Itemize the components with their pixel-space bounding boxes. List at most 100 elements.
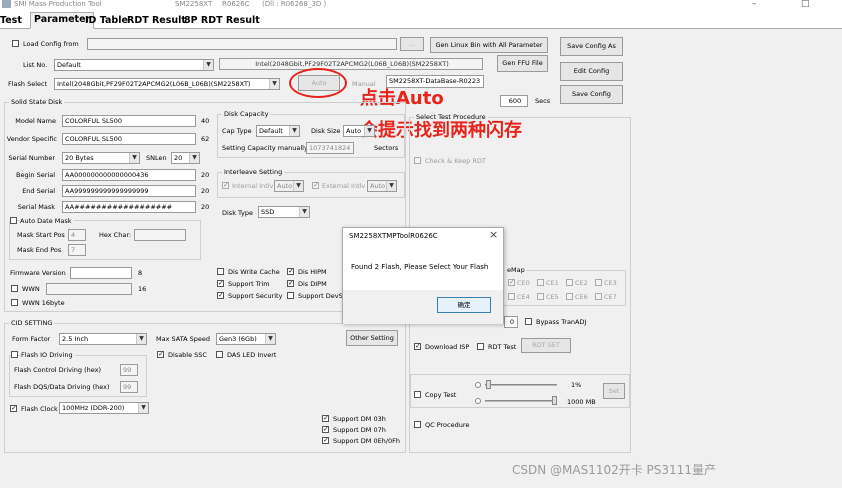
wwn-checkbox[interactable]: [11, 285, 18, 292]
dis-dipm-checkbox[interactable]: ✓: [287, 280, 294, 287]
dialog-title: SM2258XTMPToolR0626C: [349, 232, 438, 240]
bypass-input[interactable]: 0: [504, 316, 518, 328]
support-dm0e-checkbox[interactable]: ✓: [322, 437, 329, 444]
copy-size-radio[interactable]: [475, 398, 481, 404]
hex-char-input[interactable]: [134, 229, 186, 241]
bypass-checkbox[interactable]: [525, 318, 532, 325]
ce6-checkbox[interactable]: [566, 293, 573, 300]
ce0-checkbox[interactable]: ✓: [508, 279, 515, 286]
serial-number-select[interactable]: 20 Bytes ▼: [62, 152, 140, 164]
qc-procedure-checkbox[interactable]: [414, 421, 421, 428]
bypass-label: Bypass TranADJ: [536, 318, 587, 326]
disable-ssc-checkbox[interactable]: ✓: [157, 351, 164, 358]
timeout-input[interactable]: 600: [500, 95, 528, 107]
save-config-button[interactable]: Save Config: [560, 85, 623, 104]
form-factor-select[interactable]: 2.5 Inch ▼: [59, 333, 147, 345]
browse-button[interactable]: ...: [400, 37, 424, 51]
save-config-as-button[interactable]: Save Config As: [560, 37, 623, 56]
rdt-test-checkbox[interactable]: [477, 343, 484, 350]
dis-hipm-checkbox[interactable]: ✓: [287, 268, 294, 275]
ce3-checkbox[interactable]: [595, 279, 602, 286]
external-intlv-checkbox[interactable]: ✓: [312, 182, 319, 189]
flash-clock-select[interactable]: 100MHz (DDR-200) ▼: [59, 402, 149, 414]
maximize-button[interactable]: □: [801, 0, 810, 9]
copy-percent-radio[interactable]: [475, 382, 481, 388]
copy-test-checkbox[interactable]: [414, 391, 421, 398]
flash-clock-checkbox[interactable]: ✓: [10, 405, 17, 412]
title-bar: SMI Mass Production Tool SM2258XT R0626C…: [0, 0, 842, 10]
edit-config-button[interactable]: Edit Config: [560, 62, 623, 81]
begin-serial-input[interactable]: AA000000000000000436: [62, 169, 196, 181]
copy-size-slider[interactable]: [485, 400, 557, 402]
support-dm03-label: Support DM 03h: [333, 415, 386, 423]
manual-button[interactable]: Manual: [352, 80, 376, 88]
tab-rdt-result[interactable]: RDT Result: [124, 14, 189, 29]
external-intlv-select[interactable]: Auto ▼: [367, 180, 397, 192]
qc-procedure-label: QC Procedure: [425, 421, 470, 429]
fw-version-len: 8: [138, 269, 143, 277]
load-config-input[interactable]: [87, 38, 397, 50]
wwn-input[interactable]: [46, 283, 132, 295]
copy-size-value: 1000 MB: [567, 398, 596, 406]
support-dm03-checkbox[interactable]: ✓: [322, 415, 329, 422]
support-devslp-checkbox[interactable]: [287, 292, 294, 299]
timeout-unit: Secs: [535, 97, 551, 105]
flash-select-dropdown[interactable]: Intel(2048Gbit,PF29F02T2APCMG2(L06B_L06B…: [54, 78, 280, 90]
flash-io-checkbox[interactable]: [11, 351, 18, 358]
copy-percent-thumb[interactable]: [486, 380, 491, 389]
dialog-close-icon[interactable]: ×: [489, 229, 498, 241]
support-dm07-checkbox[interactable]: ✓: [322, 426, 329, 433]
internal-intlv-select[interactable]: Auto ▼: [274, 180, 304, 192]
copy-size-thumb[interactable]: [552, 396, 557, 405]
tab-test[interactable]: Test: [0, 14, 25, 29]
das-led-checkbox[interactable]: [216, 351, 223, 358]
disable-ssc-label: Disable SSC: [168, 351, 207, 359]
other-setting-button[interactable]: Other Setting: [346, 330, 398, 346]
setting-manual-input[interactable]: 1073741824: [306, 142, 354, 154]
ce4-checkbox[interactable]: [508, 293, 515, 300]
cap-type-label: Cap Type: [222, 127, 252, 135]
cap-type-select[interactable]: Default ▼: [256, 125, 300, 137]
serial-mask-input[interactable]: AA##################: [62, 201, 196, 213]
list-no-select[interactable]: Default ▼: [54, 59, 214, 71]
fw-version-input[interactable]: [70, 267, 132, 279]
ce5-checkbox[interactable]: [537, 293, 544, 300]
internal-intlv-checkbox[interactable]: ✓: [222, 182, 229, 189]
copy-test-label: Copy Test: [425, 391, 457, 399]
mask-start-input[interactable]: 4: [68, 229, 86, 241]
support-security-checkbox[interactable]: ✓: [217, 292, 224, 299]
ce7-checkbox[interactable]: [595, 293, 602, 300]
support-trim-checkbox[interactable]: ✓: [217, 280, 224, 287]
ce2-checkbox[interactable]: [566, 279, 573, 286]
check-keep-rdt-checkbox[interactable]: [414, 157, 421, 164]
wwn16-checkbox[interactable]: [11, 299, 18, 306]
tab-8p-rdt-result[interactable]: 8P RDT Result: [181, 14, 263, 29]
list-no-value: Default: [57, 61, 81, 69]
chevron-down-icon: ▼: [265, 334, 275, 344]
load-config-checkbox[interactable]: [12, 40, 19, 47]
ce1-checkbox[interactable]: [537, 279, 544, 286]
end-serial-len: 20: [201, 187, 210, 195]
flash-dqs-input[interactable]: 99: [120, 381, 138, 393]
gen-linux-button[interactable]: Gen Linux Bin with All Parameter: [430, 37, 548, 53]
chevron-down-icon: ▼: [138, 403, 148, 413]
download-isp-checkbox[interactable]: ✓: [414, 343, 421, 350]
snlen-select[interactable]: 20 ▼: [171, 152, 200, 164]
ce7-label: CE7: [604, 293, 617, 301]
disk-type-select[interactable]: SSD ▼: [258, 206, 310, 218]
vendor-input[interactable]: COLORFUL SL500: [62, 133, 196, 145]
auto-date-mask-checkbox[interactable]: [10, 217, 17, 224]
model-name-input[interactable]: COLORFUL SL500: [62, 115, 196, 127]
copy-set-button[interactable]: Set: [603, 383, 625, 399]
max-sata-select[interactable]: Gen3 (6Gb) ▼: [216, 333, 276, 345]
end-serial-input[interactable]: AA999999999999999999: [62, 185, 196, 197]
gen-ffu-button[interactable]: Gen FFU File: [497, 55, 548, 72]
copy-percent-slider[interactable]: [485, 384, 557, 386]
flash-control-input[interactable]: 99: [120, 364, 138, 376]
dialog-ok-button[interactable]: 确定: [437, 297, 491, 313]
dis-write-cache-checkbox[interactable]: [217, 268, 224, 275]
mask-end-input[interactable]: 7: [68, 244, 86, 256]
rdt-set-button[interactable]: RDT SET: [521, 338, 571, 353]
minimize-button[interactable]: –: [752, 0, 757, 9]
disk-size-select[interactable]: Auto ▼: [343, 125, 375, 137]
